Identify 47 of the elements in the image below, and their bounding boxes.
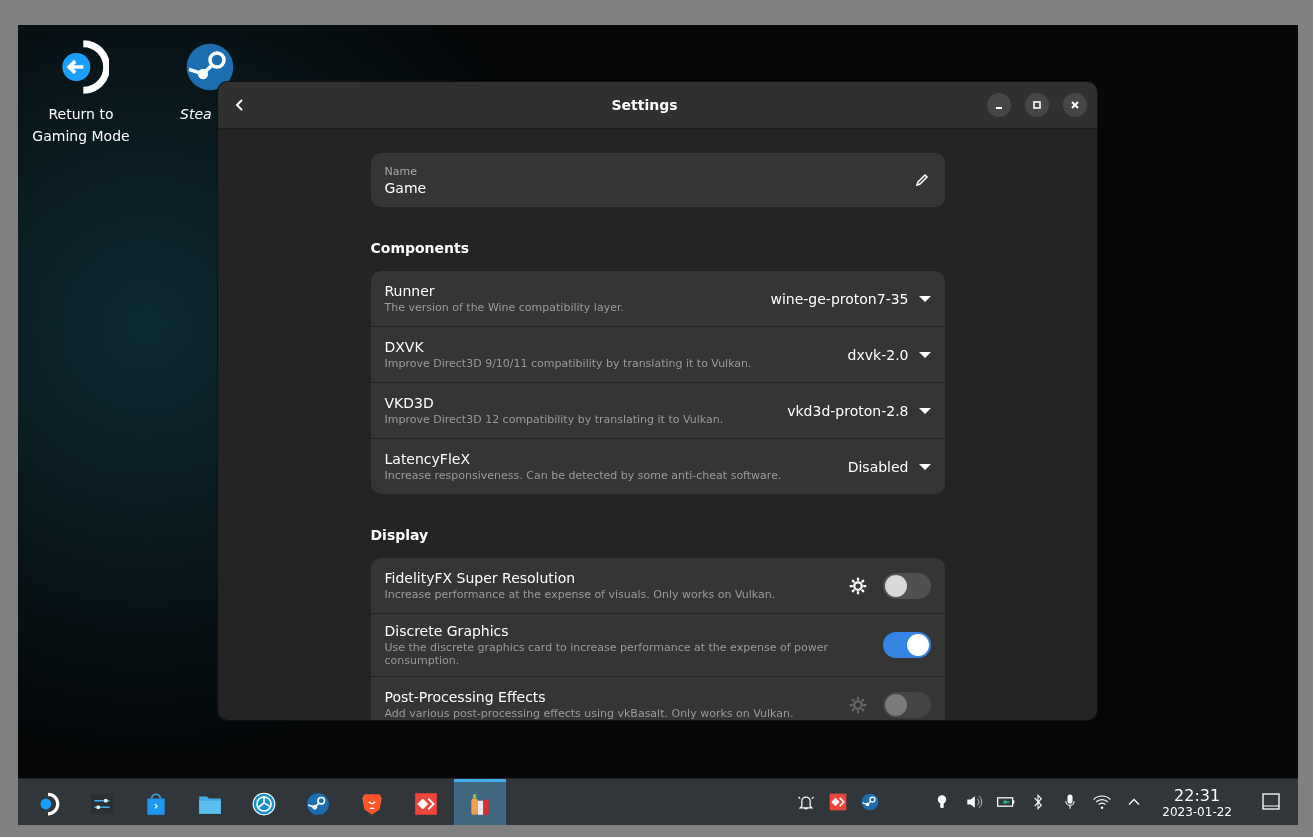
caret-down-icon[interactable] bbox=[918, 406, 931, 415]
clock-time[interactable]: 22:31 bbox=[1174, 785, 1221, 805]
section-heading: Display bbox=[370, 527, 430, 543]
desktop-icon-label[interactable]: Stea bbox=[180, 103, 212, 125]
piston-logo-icon[interactable] bbox=[305, 790, 331, 817]
dropdown[interactable]: Disabled bbox=[847, 458, 931, 475]
clock-date[interactable]: 2023-01-22 bbox=[1162, 804, 1232, 819]
row-description: Add various post-processing effects using vkBasalt. Only works on Vulkan. bbox=[384, 707, 795, 720]
row-description: Increase performance at the expense of visuals. Only works on Vulkan. bbox=[384, 588, 777, 601]
maximize-icon[interactable] bbox=[1032, 100, 1042, 110]
row-title: Discrete Graphics bbox=[384, 623, 510, 639]
dropdown[interactable]: vkd3d-proton-2.8 bbox=[787, 402, 931, 419]
close-icon[interactable] bbox=[1070, 100, 1080, 110]
section-heading: Components bbox=[370, 240, 471, 256]
row-title: VKD3D bbox=[384, 395, 435, 411]
maximize-button[interactable] bbox=[1025, 93, 1049, 117]
name-field[interactable]: Name Game bbox=[370, 153, 945, 207]
dropdown[interactable]: dxvk-2.0 bbox=[847, 346, 931, 363]
row-description: The version of the Wine compatibility layer. bbox=[384, 301, 625, 314]
window-title: Settings bbox=[610, 97, 679, 113]
row-description: Use the discrete graphics card to increase performance at the expense of power consumption. bbox=[384, 641, 829, 667]
row-title: FidelityFX Super Resolution bbox=[384, 570, 577, 586]
row-description: Increase responsiveness. Can be detected by some anti-cheat software. bbox=[384, 469, 783, 482]
row-title: Runner bbox=[384, 283, 436, 299]
toggle-switch[interactable] bbox=[882, 572, 931, 599]
desktop-icon-label[interactable]: Return to Gaming Mode bbox=[31, 103, 131, 147]
pencil-icon[interactable] bbox=[914, 173, 929, 187]
row-title: Post-Processing Effects bbox=[384, 689, 547, 705]
wifi-icon[interactable] bbox=[1092, 792, 1113, 812]
globe-network-icon[interactable] bbox=[251, 790, 277, 817]
close-button[interactable] bbox=[1063, 93, 1087, 117]
row-title: DXVK bbox=[384, 339, 425, 355]
field-label: Name bbox=[384, 164, 418, 178]
piston-logo-icon[interactable] bbox=[860, 792, 881, 812]
caret-down-icon[interactable] bbox=[918, 294, 931, 303]
minimize-button[interactable] bbox=[987, 93, 1011, 117]
caret-down-icon[interactable] bbox=[918, 462, 931, 471]
dropdown[interactable]: wine-ge-proton7-35 bbox=[770, 290, 931, 307]
diamond-arrows-icon[interactable] bbox=[828, 792, 849, 812]
toggle-switch[interactable] bbox=[882, 632, 931, 658]
row-title: LatencyFleX bbox=[384, 451, 471, 467]
diamond-arrows-icon[interactable] bbox=[413, 790, 439, 817]
caret-down-icon[interactable] bbox=[918, 350, 931, 359]
field-value: Game bbox=[384, 179, 427, 196]
row-description: Improve Direct3D 9/10/11 compatibility by translating it to Vulkan. bbox=[384, 357, 753, 370]
row-description: Improve Direct3D 12 compatibility by translating it to Vulkan. bbox=[384, 413, 725, 426]
show-desktop-icon[interactable] bbox=[1262, 793, 1280, 811]
